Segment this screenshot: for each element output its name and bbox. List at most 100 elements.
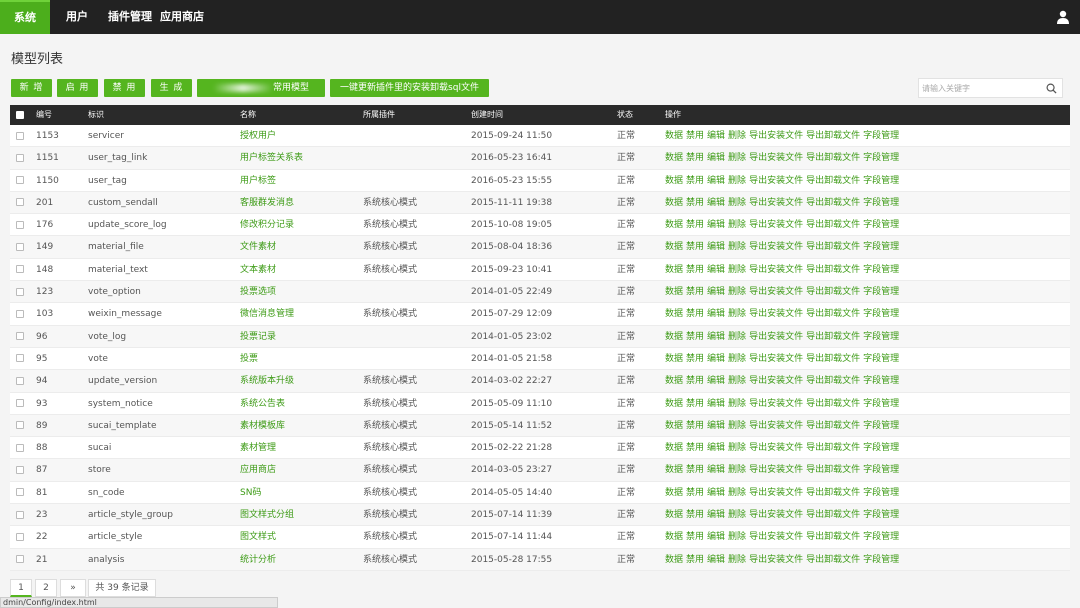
delete-link[interactable]: 删除 — [728, 354, 746, 364]
field-manage-link[interactable]: 字段管理 — [863, 220, 899, 230]
data-link[interactable]: 数据 — [665, 242, 683, 252]
field-manage-link[interactable]: 字段管理 — [863, 332, 899, 342]
row-checkbox[interactable] — [16, 192, 24, 213]
export-install-link[interactable]: 导出安装文件 — [749, 287, 803, 297]
row-checkbox[interactable] — [16, 459, 24, 480]
row-name[interactable]: 授权用户 — [240, 125, 276, 146]
disable-button[interactable]: 禁 用 — [104, 79, 145, 97]
data-link[interactable]: 数据 — [665, 421, 683, 431]
data-link[interactable]: 数据 — [665, 220, 683, 230]
delete-link[interactable]: 删除 — [728, 510, 746, 520]
export-install-link[interactable]: 导出安装文件 — [749, 198, 803, 208]
row-checkbox[interactable] — [16, 326, 24, 347]
export-install-link[interactable]: 导出安装文件 — [749, 399, 803, 409]
data-link[interactable]: 数据 — [665, 399, 683, 409]
row-name[interactable]: 应用商店 — [240, 459, 276, 480]
row-checkbox[interactable] — [16, 549, 24, 570]
nav-item-system[interactable]: 系统 — [0, 0, 50, 34]
update-sql-button[interactable]: 一键更新插件里的安装卸载sql文件 — [330, 79, 489, 97]
field-manage-link[interactable]: 字段管理 — [863, 421, 899, 431]
delete-link[interactable]: 删除 — [728, 220, 746, 230]
data-link[interactable]: 数据 — [665, 555, 683, 565]
user-icon[interactable] — [1056, 10, 1070, 24]
delete-link[interactable]: 删除 — [728, 309, 746, 319]
export-install-link[interactable]: 导出安装文件 — [749, 242, 803, 252]
row-checkbox[interactable] — [16, 170, 24, 191]
data-link[interactable]: 数据 — [665, 176, 683, 186]
delete-link[interactable]: 删除 — [728, 399, 746, 409]
disable-link[interactable]: 禁用 — [686, 332, 704, 342]
delete-link[interactable]: 删除 — [728, 488, 746, 498]
row-name[interactable]: 系统公告表 — [240, 393, 285, 414]
export-uninstall-link[interactable]: 导出卸载文件 — [806, 488, 860, 498]
row-name[interactable]: 文本素材 — [240, 259, 276, 280]
data-link[interactable]: 数据 — [665, 153, 683, 163]
disable-link[interactable]: 禁用 — [686, 242, 704, 252]
select-all-checkbox[interactable] — [16, 105, 24, 125]
edit-link[interactable]: 编辑 — [707, 443, 725, 453]
edit-link[interactable]: 编辑 — [707, 176, 725, 186]
export-uninstall-link[interactable]: 导出卸载文件 — [806, 354, 860, 364]
row-checkbox[interactable] — [16, 236, 24, 257]
data-link[interactable]: 数据 — [665, 198, 683, 208]
row-name[interactable]: 用户标签关系表 — [240, 147, 303, 168]
delete-link[interactable]: 删除 — [728, 332, 746, 342]
disable-link[interactable]: 禁用 — [686, 488, 704, 498]
edit-link[interactable]: 编辑 — [707, 242, 725, 252]
header-ident[interactable]: 标识 — [88, 105, 104, 125]
search-icon[interactable] — [1046, 83, 1057, 94]
edit-link[interactable]: 编辑 — [707, 220, 725, 230]
export-install-link[interactable]: 导出安装文件 — [749, 176, 803, 186]
export-install-link[interactable]: 导出安装文件 — [749, 131, 803, 141]
row-name[interactable]: 投票选项 — [240, 281, 276, 302]
page-2-button[interactable]: 2 — [35, 579, 57, 597]
data-link[interactable]: 数据 — [665, 131, 683, 141]
export-install-link[interactable]: 导出安装文件 — [749, 309, 803, 319]
delete-link[interactable]: 删除 — [728, 555, 746, 565]
edit-link[interactable]: 编辑 — [707, 265, 725, 275]
field-manage-link[interactable]: 字段管理 — [863, 354, 899, 364]
export-uninstall-link[interactable]: 导出卸载文件 — [806, 176, 860, 186]
field-manage-link[interactable]: 字段管理 — [863, 555, 899, 565]
edit-link[interactable]: 编辑 — [707, 465, 725, 475]
delete-link[interactable]: 删除 — [728, 421, 746, 431]
disable-link[interactable]: 禁用 — [686, 421, 704, 431]
edit-link[interactable]: 编辑 — [707, 287, 725, 297]
delete-link[interactable]: 删除 — [728, 176, 746, 186]
row-name[interactable]: 修改积分记录 — [240, 214, 294, 235]
disable-link[interactable]: 禁用 — [686, 465, 704, 475]
header-time[interactable]: 创建时间 — [471, 105, 503, 125]
enable-button[interactable]: 启 用 — [57, 79, 98, 97]
edit-link[interactable]: 编辑 — [707, 510, 725, 520]
field-manage-link[interactable]: 字段管理 — [863, 376, 899, 386]
edit-link[interactable]: 编辑 — [707, 488, 725, 498]
field-manage-link[interactable]: 字段管理 — [863, 265, 899, 275]
delete-link[interactable]: 删除 — [728, 265, 746, 275]
generate-button[interactable]: 生 成 — [151, 79, 192, 97]
add-button[interactable]: 新 增 — [11, 79, 52, 97]
edit-link[interactable]: 编辑 — [707, 399, 725, 409]
row-name[interactable]: 用户标签 — [240, 170, 276, 191]
row-checkbox[interactable] — [16, 370, 24, 391]
export-uninstall-link[interactable]: 导出卸载文件 — [806, 465, 860, 475]
disable-link[interactable]: 禁用 — [686, 555, 704, 565]
disable-link[interactable]: 禁用 — [686, 510, 704, 520]
row-name[interactable]: 图文样式 — [240, 526, 276, 547]
row-name[interactable]: SN码 — [240, 482, 261, 503]
edit-link[interactable]: 编辑 — [707, 376, 725, 386]
field-manage-link[interactable]: 字段管理 — [863, 443, 899, 453]
data-link[interactable]: 数据 — [665, 265, 683, 275]
edit-link[interactable]: 编辑 — [707, 421, 725, 431]
row-checkbox[interactable] — [16, 482, 24, 503]
field-manage-link[interactable]: 字段管理 — [863, 176, 899, 186]
field-manage-link[interactable]: 字段管理 — [863, 242, 899, 252]
export-install-link[interactable]: 导出安装文件 — [749, 532, 803, 542]
data-link[interactable]: 数据 — [665, 532, 683, 542]
export-install-link[interactable]: 导出安装文件 — [749, 421, 803, 431]
header-status[interactable]: 状态 — [617, 105, 633, 125]
delete-link[interactable]: 删除 — [728, 153, 746, 163]
export-install-link[interactable]: 导出安装文件 — [749, 332, 803, 342]
edit-link[interactable]: 编辑 — [707, 153, 725, 163]
export-install-link[interactable]: 导出安装文件 — [749, 443, 803, 453]
export-install-link[interactable]: 导出安装文件 — [749, 220, 803, 230]
